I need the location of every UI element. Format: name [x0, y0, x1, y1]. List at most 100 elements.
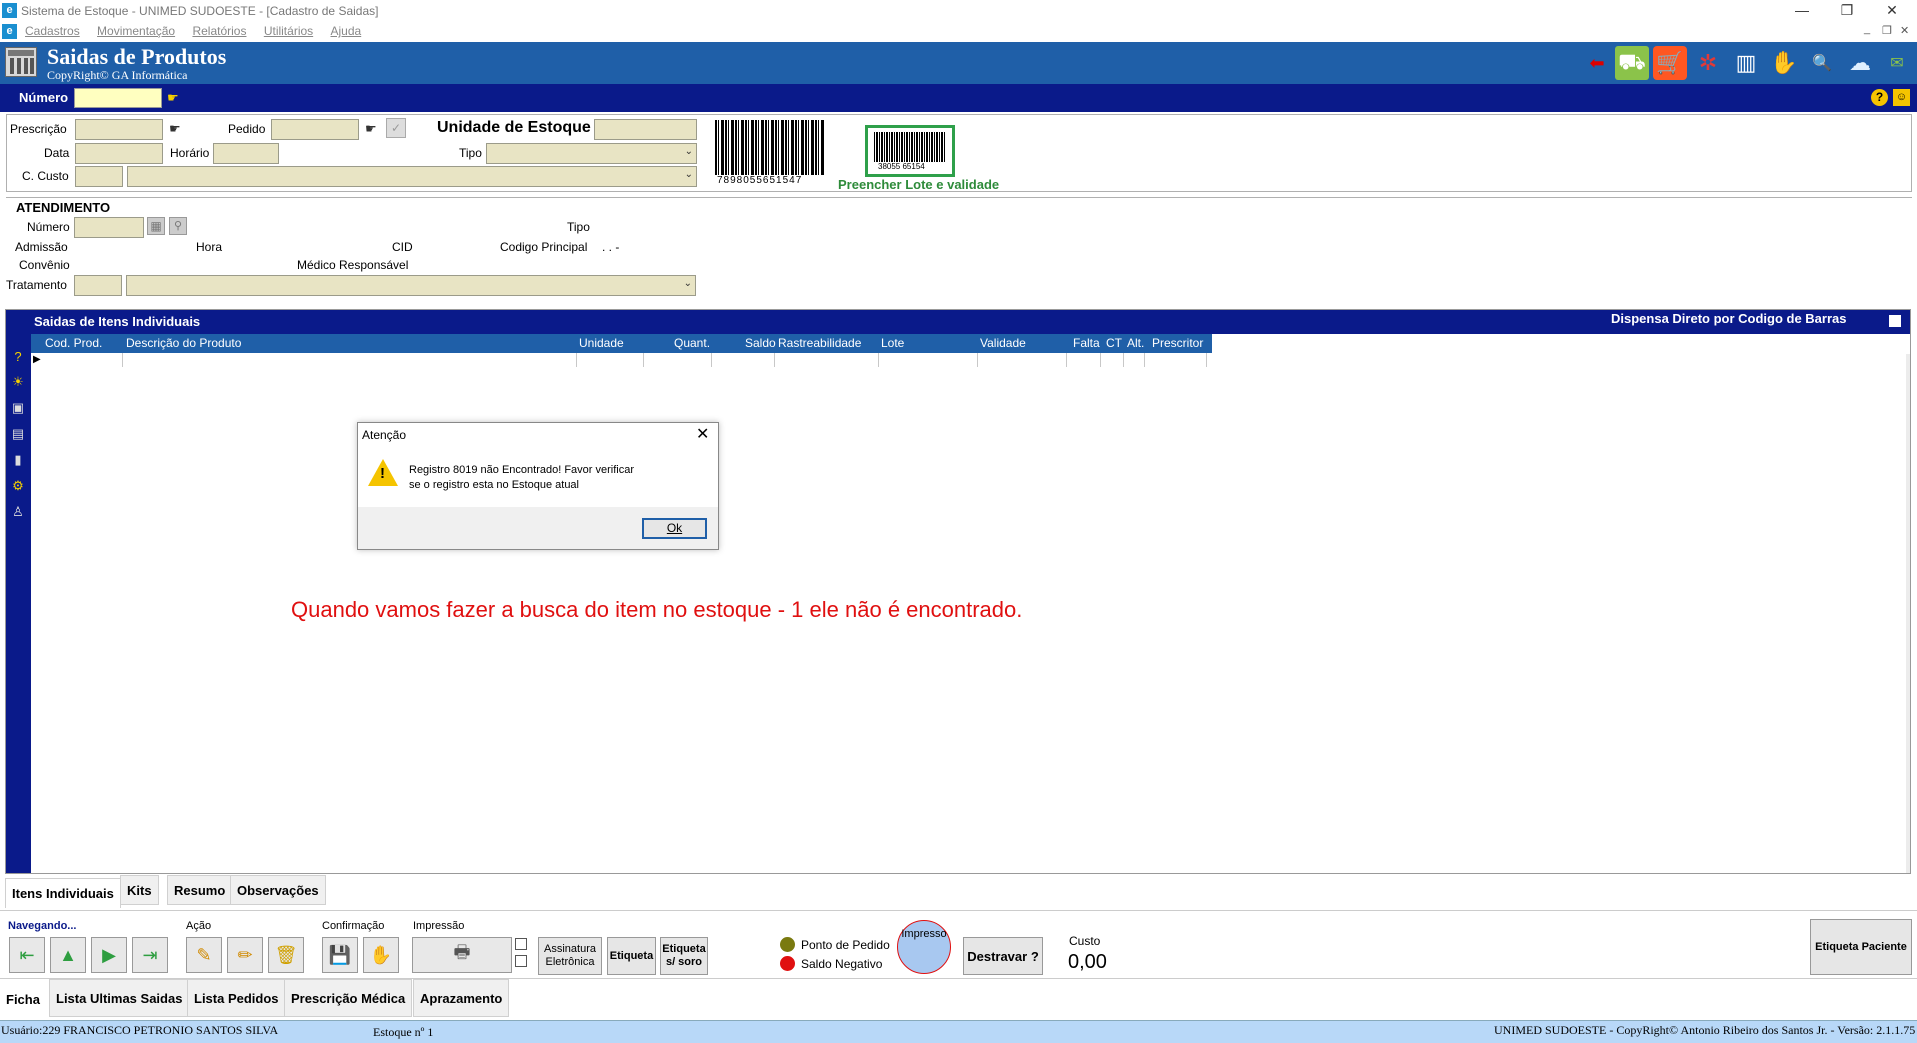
- calendar-icon[interactable]: ▦: [147, 217, 165, 235]
- dialog-message-line1: Registro 8019 não Encontrado! Favor veri…: [409, 464, 635, 476]
- dispensa-label: Dispensa Direto por Codigo de Barras: [1611, 311, 1847, 326]
- hora-label: Hora: [196, 240, 223, 254]
- tratamento-select[interactable]: ⌄: [126, 275, 696, 296]
- cancel-hand-button[interactable]: ✋: [363, 937, 399, 973]
- numero-bar: Número ☛ ? ☺: [0, 84, 1917, 112]
- horario-input[interactable]: [213, 143, 279, 164]
- pointer-hand-icon[interactable]: ☛: [167, 90, 179, 106]
- col-ct[interactable]: CT: [1106, 334, 1122, 353]
- confirmacao-label: Confirmação: [322, 920, 385, 932]
- back-arrow-icon[interactable]: ⬅: [1580, 46, 1614, 80]
- network-icon[interactable]: ✲: [1691, 46, 1725, 80]
- etiqueta-button[interactable]: Etiqueta: [607, 937, 656, 975]
- unidade-estoque-input[interactable]: [594, 119, 697, 140]
- prescricao-hand-icon[interactable]: ☛: [169, 121, 181, 137]
- mdi-minimize-button[interactable]: _: [1864, 23, 1870, 35]
- handshake-icon[interactable]: ✋: [1767, 46, 1801, 80]
- menu-relatorios[interactable]: Relatórios: [192, 24, 246, 38]
- items-panel: Saidas de Itens Individuais Dispensa Dir…: [5, 309, 1911, 874]
- lote-validade-link[interactable]: Preencher Lote e validade: [838, 177, 999, 192]
- binoculars-icon[interactable]: ⚲: [169, 217, 187, 235]
- col-validade[interactable]: Validade: [980, 334, 1026, 353]
- dialog-close-icon[interactable]: ✕: [696, 424, 709, 444]
- assinatura-button[interactable]: Assinatura Eletrônica: [538, 937, 602, 975]
- pedido-input[interactable]: [271, 119, 359, 140]
- side-gear-icon[interactable]: ⚙: [8, 476, 28, 496]
- restore-button[interactable]: ❐: [1832, 2, 1862, 19]
- sms-icon[interactable]: ✉: [1880, 46, 1914, 80]
- tratamento-code-input[interactable]: [74, 275, 122, 296]
- nav-prev-button[interactable]: ▲: [50, 937, 86, 973]
- tab-ficha[interactable]: Ficha: [0, 981, 46, 1019]
- new-record-button[interactable]: ✎: [186, 937, 222, 973]
- col-descricao[interactable]: Descrição do Produto: [126, 334, 241, 353]
- pedido-hand-icon[interactable]: ☛: [365, 121, 377, 137]
- destravar-button[interactable]: Destravar ?: [963, 937, 1043, 975]
- col-unidade[interactable]: Unidade: [579, 334, 624, 353]
- save-button[interactable]: 💾: [322, 937, 358, 973]
- side-help-icon[interactable]: ?: [8, 346, 28, 366]
- numero-input[interactable]: [74, 88, 162, 108]
- nav-first-button[interactable]: ⇤: [9, 937, 45, 973]
- tab-observacoes[interactable]: Observações: [230, 875, 326, 905]
- cloud-icon[interactable]: ☁: [1843, 46, 1877, 80]
- c-custo-select[interactable]: ⌄: [127, 166, 697, 187]
- window-title: Sistema de Estoque - UNIMED SUDOESTE - […: [21, 4, 379, 18]
- side-sun-icon[interactable]: ☀: [8, 372, 28, 392]
- c-custo-code-input[interactable]: [75, 166, 123, 187]
- barcode-scan-icon[interactable]: ▥: [1729, 46, 1763, 80]
- mdi-restore-button[interactable]: ❐: [1882, 24, 1892, 37]
- menu-movimentacao[interactable]: Movimentação: [97, 24, 175, 38]
- col-cod-prod[interactable]: Cod. Prod.: [45, 334, 102, 353]
- tab-lista-pedidos[interactable]: Lista Pedidos: [187, 979, 286, 1017]
- side-trash-icon[interactable]: ▮: [8, 450, 28, 470]
- search-icon[interactable]: 🔍: [1805, 46, 1839, 80]
- print-checkbox-1[interactable]: [515, 938, 527, 950]
- tab-itens-individuais[interactable]: Itens Individuais: [5, 878, 121, 908]
- nav-last-button[interactable]: ⇥: [132, 937, 168, 973]
- help-icon[interactable]: ?: [1871, 89, 1888, 106]
- check-icon[interactable]: ✓: [386, 118, 406, 138]
- side-person-icon[interactable]: ♙: [8, 502, 28, 522]
- col-alt[interactable]: Alt.: [1127, 334, 1144, 353]
- side-clipboard-icon[interactable]: ▤: [8, 424, 28, 444]
- vertical-scrollbar[interactable]: [1906, 354, 1910, 873]
- dispensa-checkbox[interactable]: [1889, 315, 1901, 327]
- col-falta[interactable]: Falta: [1073, 334, 1100, 353]
- side-save-icon[interactable]: ▣: [8, 398, 28, 418]
- menu-ajuda[interactable]: Ajuda: [331, 24, 362, 38]
- delete-basket-button[interactable]: 🗑: [268, 937, 304, 973]
- dialog-ok-button[interactable]: Ok: [642, 518, 707, 539]
- edit-button[interactable]: ✏: [227, 937, 263, 973]
- nav-next-button[interactable]: ▶: [91, 937, 127, 973]
- col-quant[interactable]: Quant.: [674, 334, 710, 353]
- tab-prescricao-medica[interactable]: Prescrição Médica: [284, 979, 413, 1017]
- tipo-select[interactable]: ⌄: [486, 143, 697, 164]
- cart-green-icon[interactable]: ⛟: [1615, 46, 1649, 80]
- etiqueta-paciente-button[interactable]: Etiqueta Paciente: [1810, 919, 1912, 975]
- tab-kits[interactable]: Kits: [120, 875, 159, 905]
- lote-barcode-button[interactable]: 38055 65154: [865, 125, 955, 177]
- menu-cadastros[interactable]: Cadastros: [25, 24, 80, 38]
- col-rastreabilidade[interactable]: Rastreabilidade: [778, 334, 861, 353]
- atend-numero-input[interactable]: [74, 217, 144, 238]
- col-lote[interactable]: Lote: [881, 334, 904, 353]
- cart-orange-icon[interactable]: 🛒: [1653, 46, 1687, 80]
- etiqueta-soro-button[interactable]: Etiqueta s/ soro: [660, 937, 708, 975]
- print-checkbox-2[interactable]: [515, 955, 527, 967]
- tab-resumo[interactable]: Resumo: [167, 875, 233, 905]
- tab-aprazamento[interactable]: Aprazamento: [413, 979, 510, 1017]
- col-saldo[interactable]: Saldo: [745, 334, 776, 353]
- close-button[interactable]: ✕: [1877, 2, 1907, 19]
- data-label: Data: [44, 146, 70, 160]
- col-prescritor[interactable]: Prescritor: [1152, 334, 1203, 353]
- user-icon[interactable]: ☺: [1893, 89, 1910, 106]
- menu-utilitarios[interactable]: Utilitários: [264, 24, 313, 38]
- prescricao-input[interactable]: [75, 119, 163, 140]
- items-title: Saidas de Itens Individuais: [34, 314, 201, 329]
- minimize-button[interactable]: —: [1787, 2, 1817, 18]
- print-button[interactable]: 🖶: [412, 937, 512, 973]
- data-input[interactable]: [75, 143, 163, 164]
- mdi-close-button[interactable]: ✕: [1900, 24, 1909, 37]
- tab-lista-ultimas-saidas[interactable]: Lista Ultimas Saidas: [49, 979, 190, 1017]
